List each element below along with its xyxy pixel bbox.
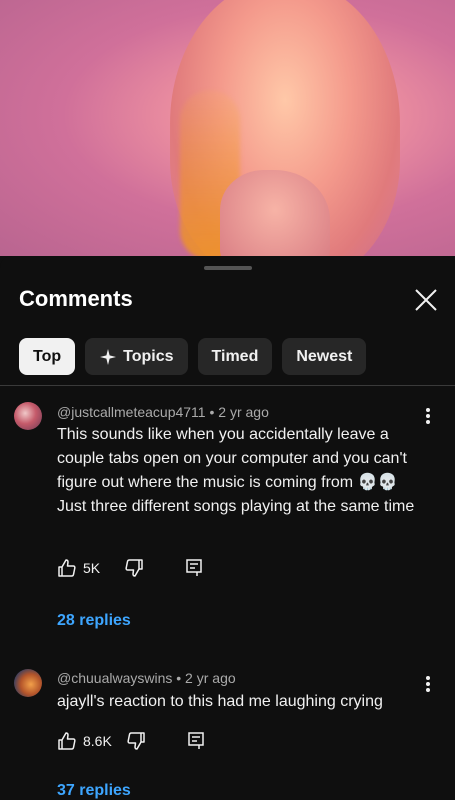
dislike-button[interactable] [124,558,144,578]
view-replies-button[interactable]: 37 replies [57,782,131,800]
avatar[interactable] [14,669,42,697]
drag-handle[interactable] [204,266,252,270]
video-player[interactable] [0,0,455,256]
thumbs-down-icon [125,559,143,577]
comment-text: ajayll's reaction to this had me laughin… [57,693,383,710]
sparkle-icon [100,348,117,365]
reply-button[interactable] [184,558,204,578]
chip-top[interactable]: Top [19,338,76,375]
comment-meta: @justcallmeteacup4711 • 2 yr ago [57,404,269,420]
chip-timed[interactable]: Timed [197,338,273,375]
divider [0,385,455,386]
close-icon[interactable] [412,286,440,314]
comment-text: This sounds like when you accidentally l… [57,426,415,515]
thumbs-up-icon [58,732,76,750]
reply-button[interactable] [186,731,206,751]
thumbs-down-icon [127,732,145,750]
comment-actions: 5K [57,558,204,578]
avatar[interactable] [14,402,42,430]
chip-newest[interactable]: Newest [282,338,367,375]
sheet-title: Comments [19,286,133,311]
comment-actions: 8.6K [57,731,206,751]
like-button[interactable]: 5K [57,558,100,578]
comments-sheet: Comments Top Topics Timed Newest @justca… [0,256,455,800]
reply-icon [186,559,202,576]
dislike-button[interactable] [126,731,146,751]
like-count: 8.6K [83,733,112,749]
thumbs-up-icon [58,559,76,577]
reply-icon [188,732,204,749]
filter-chips: Top Topics Timed Newest [19,338,367,375]
like-button[interactable]: 8.6K [57,731,112,751]
chip-topics[interactable]: Topics [85,338,188,375]
view-replies-button[interactable]: 28 replies [57,612,131,630]
comment-meta: @chuualwayswins • 2 yr ago [57,670,236,686]
like-count: 5K [83,560,101,576]
